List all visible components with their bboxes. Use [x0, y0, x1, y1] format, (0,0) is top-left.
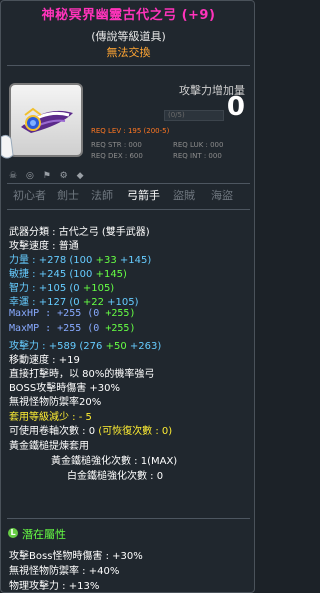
stat-dex: 敏捷 : +245 (100 +145)	[9, 269, 127, 280]
stat-str: 力量 : +278 (100 +33 +145)	[9, 255, 152, 266]
weapon-type: 武器分類 : 古代之弓 (雙手武器)	[9, 227, 150, 238]
item-grade: (傳說等級道具)	[91, 30, 166, 43]
move-speed: 移動速度 : +19	[9, 355, 80, 366]
item-title: 神秘冥界幽靈古代之弓 (+9)	[41, 8, 216, 23]
stat-maxmp: MaxMP : +255 (0 +255)	[9, 323, 136, 334]
circle-icon: ◎	[25, 171, 34, 181]
gold-hammer: 黃金鐵槌強化次數 : 1(MAX)	[51, 456, 178, 467]
level-reduce: 套用等級減少 : - 5	[9, 412, 92, 423]
potential-line-1: 攻擊Boss怪物時傷害 : +30%	[9, 551, 143, 562]
boss-damage: BOSS攻擊時傷害 +30%	[9, 383, 121, 394]
job-thief: 盜賊	[173, 189, 195, 202]
white-hammer: 白金鐵槌強化次數 : 0	[67, 471, 164, 482]
status-icon-row: ☠ ◎ ⚑ ⚙ ◆	[9, 171, 90, 181]
job-archer: 弓箭手	[127, 189, 160, 202]
ignore-defense: 無視怪物防禦率20%	[9, 397, 102, 408]
req-level: REQ LEV : 195 (200-5)	[91, 127, 170, 135]
req-dex: REQ DEX : 600	[91, 152, 143, 160]
item-icon-frame	[9, 83, 83, 157]
item-tooltip: 神秘冥界幽靈古代之弓 (+9) (傳說等級道具) 無法交換 攻擊力增加量 0 (…	[0, 0, 255, 593]
crit-line: 直接打擊時，以 80%的機率強弓	[9, 369, 155, 380]
scroll-slots: 可使用卷軸次數 : 0 (可恢復次數 : 0)	[9, 426, 173, 437]
stat-int: 智力 : +105 (0 +105)	[9, 283, 115, 294]
stat-maxhp: MaxHP : +255 (0 +255)	[9, 308, 136, 319]
job-magician: 法師	[91, 189, 113, 202]
divider	[7, 65, 250, 66]
potential-line-2: 無視怪物防禦率 : +40%	[9, 566, 120, 577]
req-bar-text: (0/5)	[168, 111, 185, 119]
req-str: REQ STR : 000	[91, 141, 142, 149]
skull-icon: ☠	[9, 171, 18, 181]
flag-icon: ⚑	[42, 171, 51, 181]
divider	[7, 209, 250, 210]
job-beginner: 初心者	[13, 189, 46, 202]
potential-icon: L	[8, 528, 18, 538]
req-luk: REQ LUK : 000	[173, 141, 224, 149]
diamond-icon: ◆	[76, 171, 84, 181]
divider	[7, 183, 250, 184]
job-pirate: 海盜	[211, 189, 233, 202]
attack-speed: 攻擊速度 : 普通	[9, 241, 79, 252]
glove-icon	[1, 134, 14, 159]
potential-title: 潛在屬性	[22, 528, 66, 541]
stat-luk: 幸運 : +127 (0 +22 +105)	[9, 297, 139, 308]
job-warrior: 劍士	[57, 189, 79, 202]
gear-icon: ⚙	[59, 171, 68, 181]
divider	[7, 518, 250, 519]
potential-line-3: 物理攻擊力 : +13%	[9, 581, 100, 592]
bow-icon	[21, 107, 73, 133]
hammer-title: 黃金鐵槌提煉套用	[9, 441, 89, 452]
stat-attack: 攻擊力 : +589 (276 +50 +263)	[9, 341, 162, 352]
trade-status: 無法交換	[106, 46, 151, 59]
req-bar: (0/5)	[164, 110, 224, 121]
req-int: REQ INT : 000	[173, 152, 222, 160]
